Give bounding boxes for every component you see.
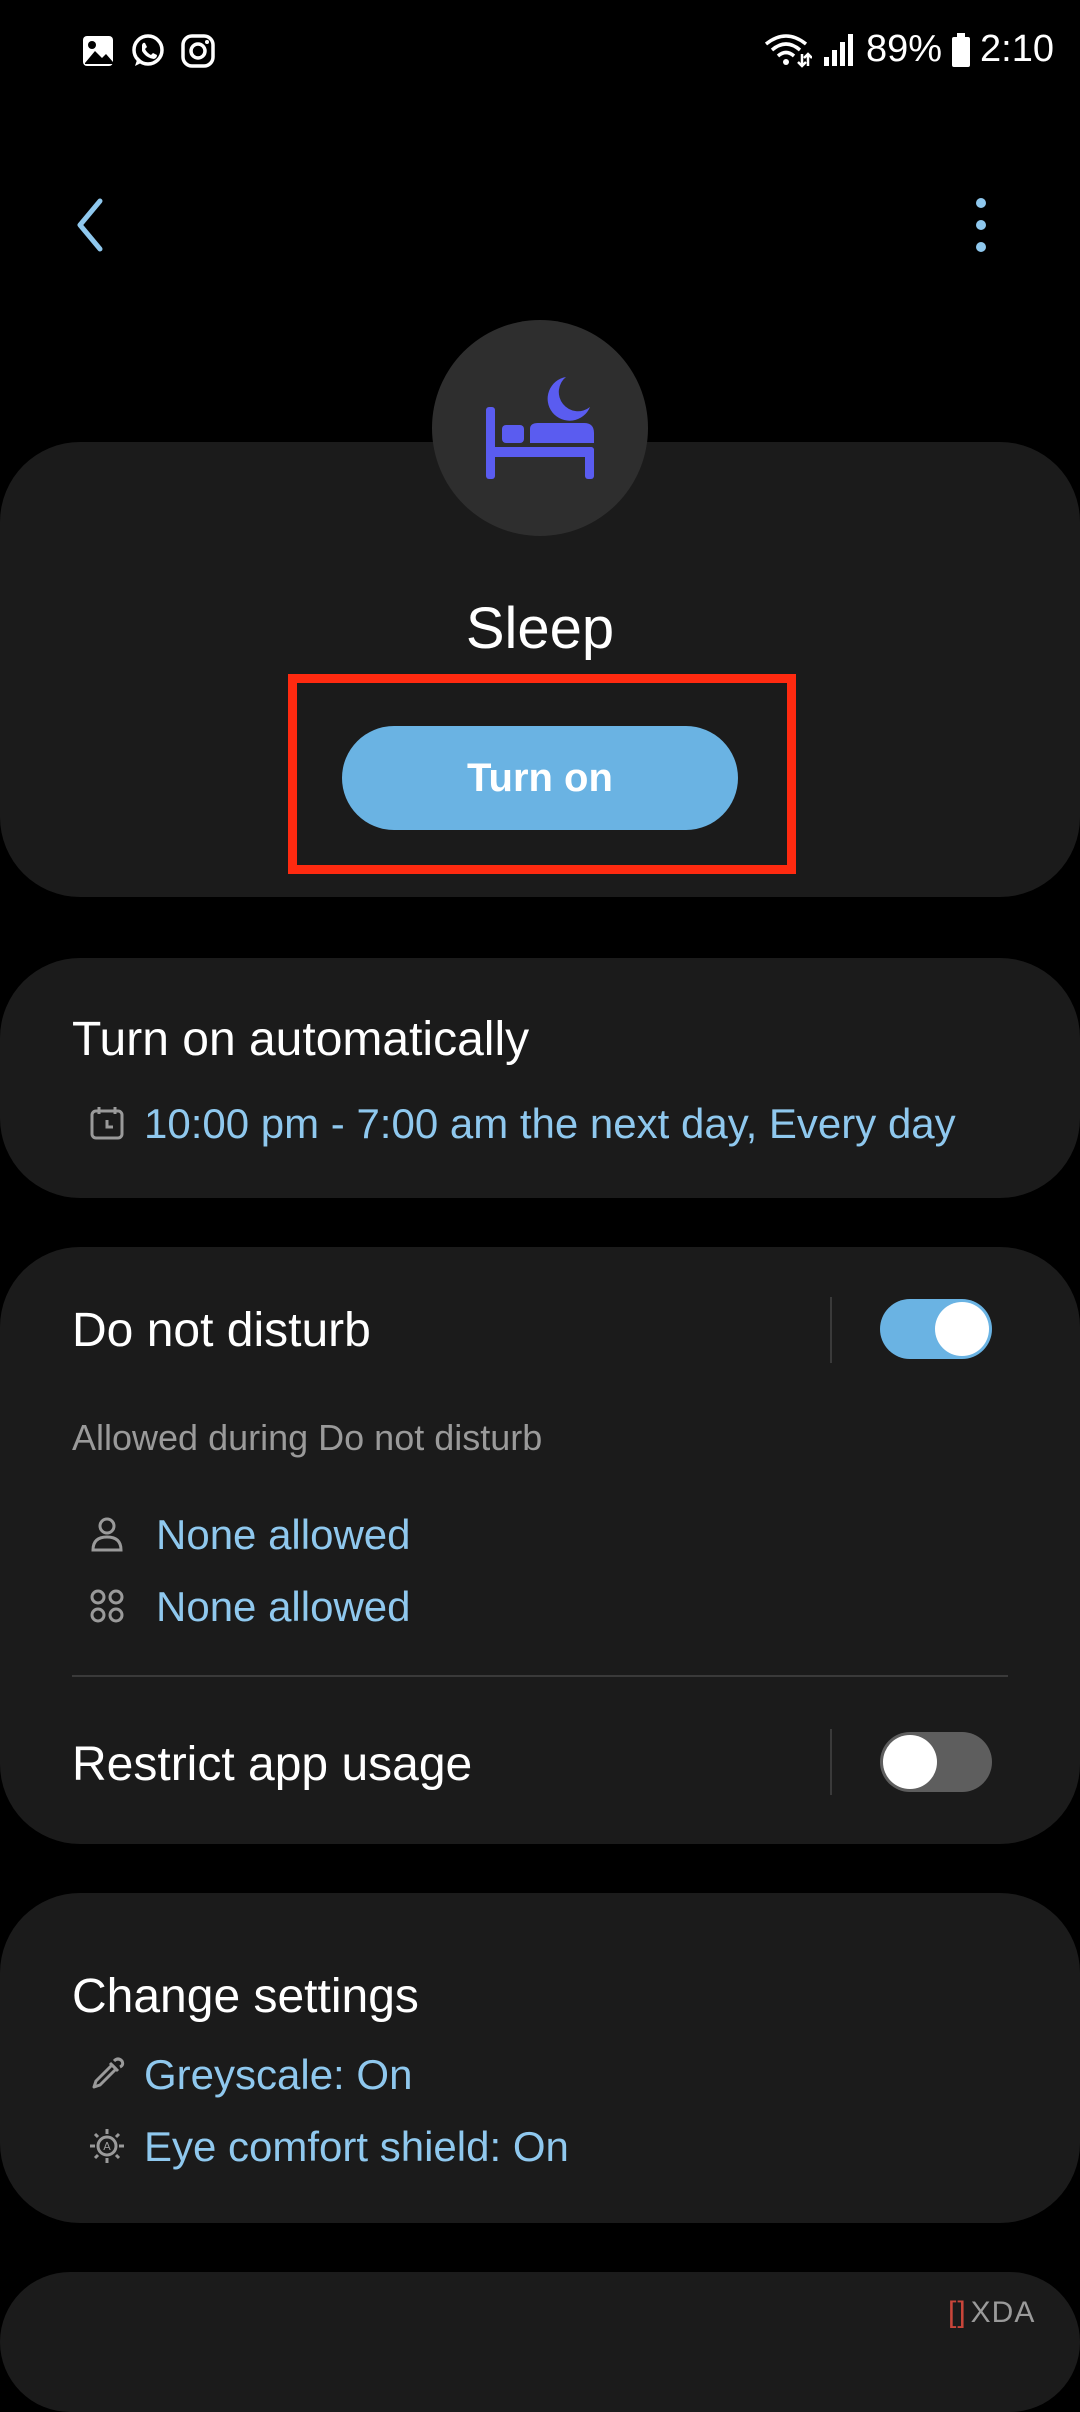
instagram-icon (181, 34, 215, 68)
section-divider (72, 1675, 1008, 1677)
eye-comfort-setting: Eye comfort shield: On (144, 2123, 569, 2170)
mode-icon-circle (432, 320, 648, 536)
toggle-knob (935, 1302, 989, 1356)
allowed-heading: Allowed during Do not disturb (72, 1417, 543, 1458)
clock: 2:10 (980, 28, 1054, 70)
restrict-app-usage-toggle[interactable] (880, 1732, 992, 1792)
chevron-left-icon (77, 198, 103, 252)
eyedropper-icon (92, 2057, 125, 2089)
battery-percent: 89% (865, 28, 943, 70)
status-bar: 89% 2:10 (0, 0, 1080, 105)
divider (830, 1297, 832, 1363)
battery-icon (952, 32, 971, 67)
schedule-text: 10:00 pm - 7:00 am the next day, Every d… (144, 1100, 956, 1147)
greyscale-setting: Greyscale: On (144, 2051, 413, 2098)
xda-logo-icon: [] (948, 2296, 967, 2329)
back-button[interactable] (70, 195, 120, 255)
whatsapp-icon (132, 34, 164, 66)
more-vert-icon (976, 198, 986, 252)
apps-allowed-link[interactable]: None allowed (156, 1583, 411, 1631)
wifi-icon (764, 33, 812, 68)
watermark-text: XDA (970, 2296, 1036, 2329)
do-not-disturb-toggle[interactable] (880, 1299, 992, 1359)
more-options-button[interactable] (966, 196, 996, 254)
xda-watermark: [] XDA (948, 2296, 1035, 2330)
change-settings-card[interactable]: Change settings Greyscale: On A Eye comf… (0, 1893, 1080, 2223)
turn-on-automatically-card[interactable]: Turn on automatically 10:00 pm - 7:00 am… (0, 958, 1080, 1198)
bed-moon-icon (486, 377, 594, 479)
toggle-knob (883, 1735, 937, 1789)
turn-on-automatically-title: Turn on automatically (72, 1013, 530, 1066)
people-allowed-link[interactable]: None allowed (156, 1511, 411, 1559)
apps-grid-icon (90, 1589, 124, 1623)
svg-text:A: A (103, 2140, 111, 2153)
turn-on-button[interactable]: Turn on (342, 726, 738, 830)
calendar-clock-icon (90, 1107, 124, 1140)
divider (830, 1729, 832, 1795)
next-card-partial[interactable] (0, 2272, 1080, 2412)
system-status: 89% 2:10 (764, 28, 1054, 71)
do-not-disturb-card: Do not disturb Allowed during Do not dis… (0, 1247, 1080, 1844)
do-not-disturb-title[interactable]: Do not disturb (72, 1303, 371, 1358)
restrict-app-usage-title[interactable]: Restrict app usage (72, 1737, 472, 1792)
brightness-icon: A (90, 2129, 124, 2163)
person-icon (91, 1517, 123, 1552)
signal-icon (823, 33, 853, 66)
mode-title: Sleep (465, 596, 615, 661)
change-settings-title: Change settings (72, 1970, 419, 2023)
gallery-icon (83, 36, 113, 66)
notification-icons (80, 33, 216, 69)
